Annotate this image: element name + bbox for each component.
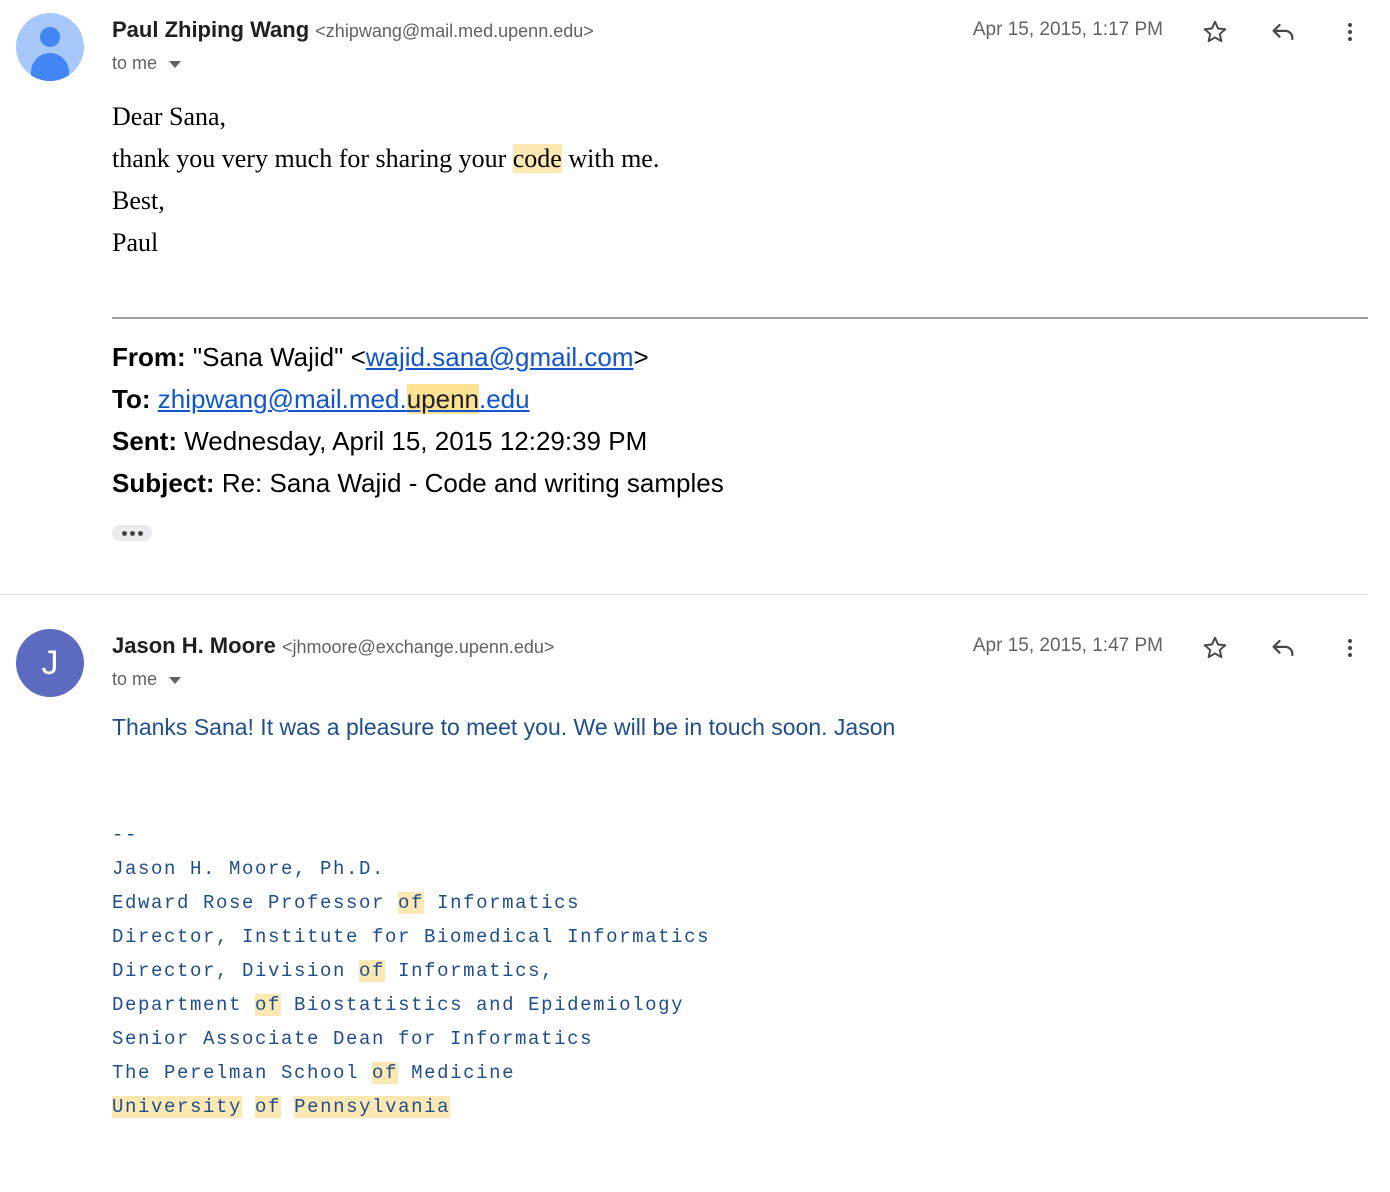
expand-caret-icon xyxy=(169,676,182,684)
quoted-to: To: zhipwang@mail.med.upenn.edu xyxy=(112,378,724,420)
star-button[interactable] xyxy=(1197,14,1233,50)
link-part: zhipwang@mail.med. xyxy=(157,384,407,414)
sender-line: Paul Zhiping Wang <zhipwang@mail.med.upe… xyxy=(112,17,594,43)
search-highlight: of xyxy=(398,892,425,914)
more-vert-icon xyxy=(1348,23,1352,41)
sender-avatar[interactable] xyxy=(16,13,84,81)
avatar-head xyxy=(40,27,60,47)
subject-label: Subject: xyxy=(112,468,215,498)
show-trimmed-icon xyxy=(121,530,127,536)
signature-line: Department of Biostatistics and Epidemio… xyxy=(112,994,685,1016)
quoted-sent: Sent: Wednesday, April 15, 2015 12:29:39… xyxy=(112,420,724,462)
dot xyxy=(129,530,135,536)
recipient-toggle[interactable]: to me xyxy=(112,53,182,74)
reply-button[interactable] xyxy=(1265,630,1301,666)
more-button[interactable] xyxy=(1332,14,1368,50)
sender-line: Jason H. Moore <jhmoore@exchange.upenn.e… xyxy=(112,633,554,659)
from-email-link[interactable]: wajid.sana@gmail.com xyxy=(366,342,634,372)
signature-name: Jason H. Moore, Ph.D. xyxy=(112,858,386,880)
signature-line: University of Pennsylvania xyxy=(112,1090,710,1124)
message-jason: J Jason H. Moore <jhmoore@exchange.upenn… xyxy=(0,596,1390,1118)
search-highlight: of xyxy=(255,994,282,1016)
signature-line: Senior Associate Dean for Informatics xyxy=(112,1028,594,1050)
more-vert-icon xyxy=(1348,639,1352,657)
star-icon xyxy=(1203,636,1227,659)
recipient-toggle[interactable]: to me xyxy=(112,669,182,690)
star-icon xyxy=(1203,20,1227,43)
signature-line: Edward Rose Professor of Informatics xyxy=(112,892,581,914)
message-body: Thanks Sana! It was a pleasure to meet y… xyxy=(112,714,896,740)
search-highlight: code xyxy=(512,144,562,173)
sent-label: Sent: xyxy=(112,426,177,456)
avatar-body xyxy=(31,53,69,81)
greeting: Dear Sana, xyxy=(112,102,227,131)
body-text: with me. xyxy=(561,144,660,173)
search-highlight: University xyxy=(112,1096,243,1118)
signature-dashes: -- xyxy=(112,824,139,846)
sent-value: Wednesday, April 15, 2015 12:29:39 PM xyxy=(184,426,648,456)
dot xyxy=(137,530,143,536)
search-highlight: of xyxy=(255,1096,282,1118)
signature-line: Director, Division of Informatics, xyxy=(112,960,555,982)
from-label: From: xyxy=(112,342,186,372)
quoted-from: From: "Sana Wajid" <wajid.sana@gmail.com… xyxy=(112,336,724,378)
more-button[interactable] xyxy=(1332,630,1368,666)
quoted-subject: Subject: Re: Sana Wajid - Code and writi… xyxy=(112,462,724,504)
quote-divider xyxy=(112,317,1368,319)
message-separator xyxy=(0,594,1368,595)
sender-avatar[interactable]: J xyxy=(16,629,84,697)
signature-line: Director, Institute for Biomedical Infor… xyxy=(112,926,711,948)
reply-button[interactable] xyxy=(1265,14,1301,50)
reply-icon xyxy=(1272,639,1294,657)
search-highlight: of xyxy=(372,1062,399,1084)
message-paul: Paul Zhiping Wang <zhipwang@mail.med.upe… xyxy=(0,0,1390,590)
expand-caret-icon xyxy=(169,60,182,68)
body-text: thank you very much for sharing your xyxy=(112,144,513,173)
search-highlight: of xyxy=(359,960,386,982)
message-date: Apr 15, 2015, 1:47 PM xyxy=(972,635,1163,656)
search-highlight: Pennsylvania xyxy=(294,1096,451,1118)
from-close: > xyxy=(633,342,649,372)
star-button[interactable] xyxy=(1197,630,1233,666)
signoff-name: Paul xyxy=(112,228,159,257)
sender-email: <jhmoore@exchange.upenn.edu> xyxy=(281,637,555,657)
quoted-header: From: "Sana Wajid" <wajid.sana@gmail.com… xyxy=(112,336,724,504)
message-body: Dear Sana, thank you very much for shari… xyxy=(112,96,659,264)
signature-line: The Perelman School of Medicine xyxy=(112,1062,516,1084)
recipient-label: to me xyxy=(112,53,158,73)
subject-value: Re: Sana Wajid - Code and writing sample… xyxy=(221,468,724,498)
signature-block: -- Jason H. Moore, Ph.D. Edward Rose Profe… xyxy=(112,784,710,1192)
sender-name[interactable]: Paul Zhiping Wang xyxy=(112,17,309,42)
body-line: thank you very much for sharing your cod… xyxy=(112,138,659,180)
from-name: "Sana Wajid" < xyxy=(192,342,366,372)
to-email-link[interactable]: zhipwang@mail.med.upenn.edu xyxy=(158,384,530,414)
recipient-label: to me xyxy=(112,669,158,689)
message-date: Apr 15, 2015, 1:17 PM xyxy=(972,19,1163,40)
reply-icon xyxy=(1272,23,1294,41)
show-trimmed-content-button[interactable] xyxy=(112,525,152,541)
sender-name[interactable]: Jason H. Moore xyxy=(112,633,276,658)
search-highlight: upenn xyxy=(406,384,479,414)
sender-email: <zhipwang@mail.med.upenn.edu> xyxy=(315,21,594,41)
closing: Best, xyxy=(112,186,165,215)
link-part: .edu xyxy=(479,384,530,414)
to-label: To: xyxy=(112,384,151,414)
